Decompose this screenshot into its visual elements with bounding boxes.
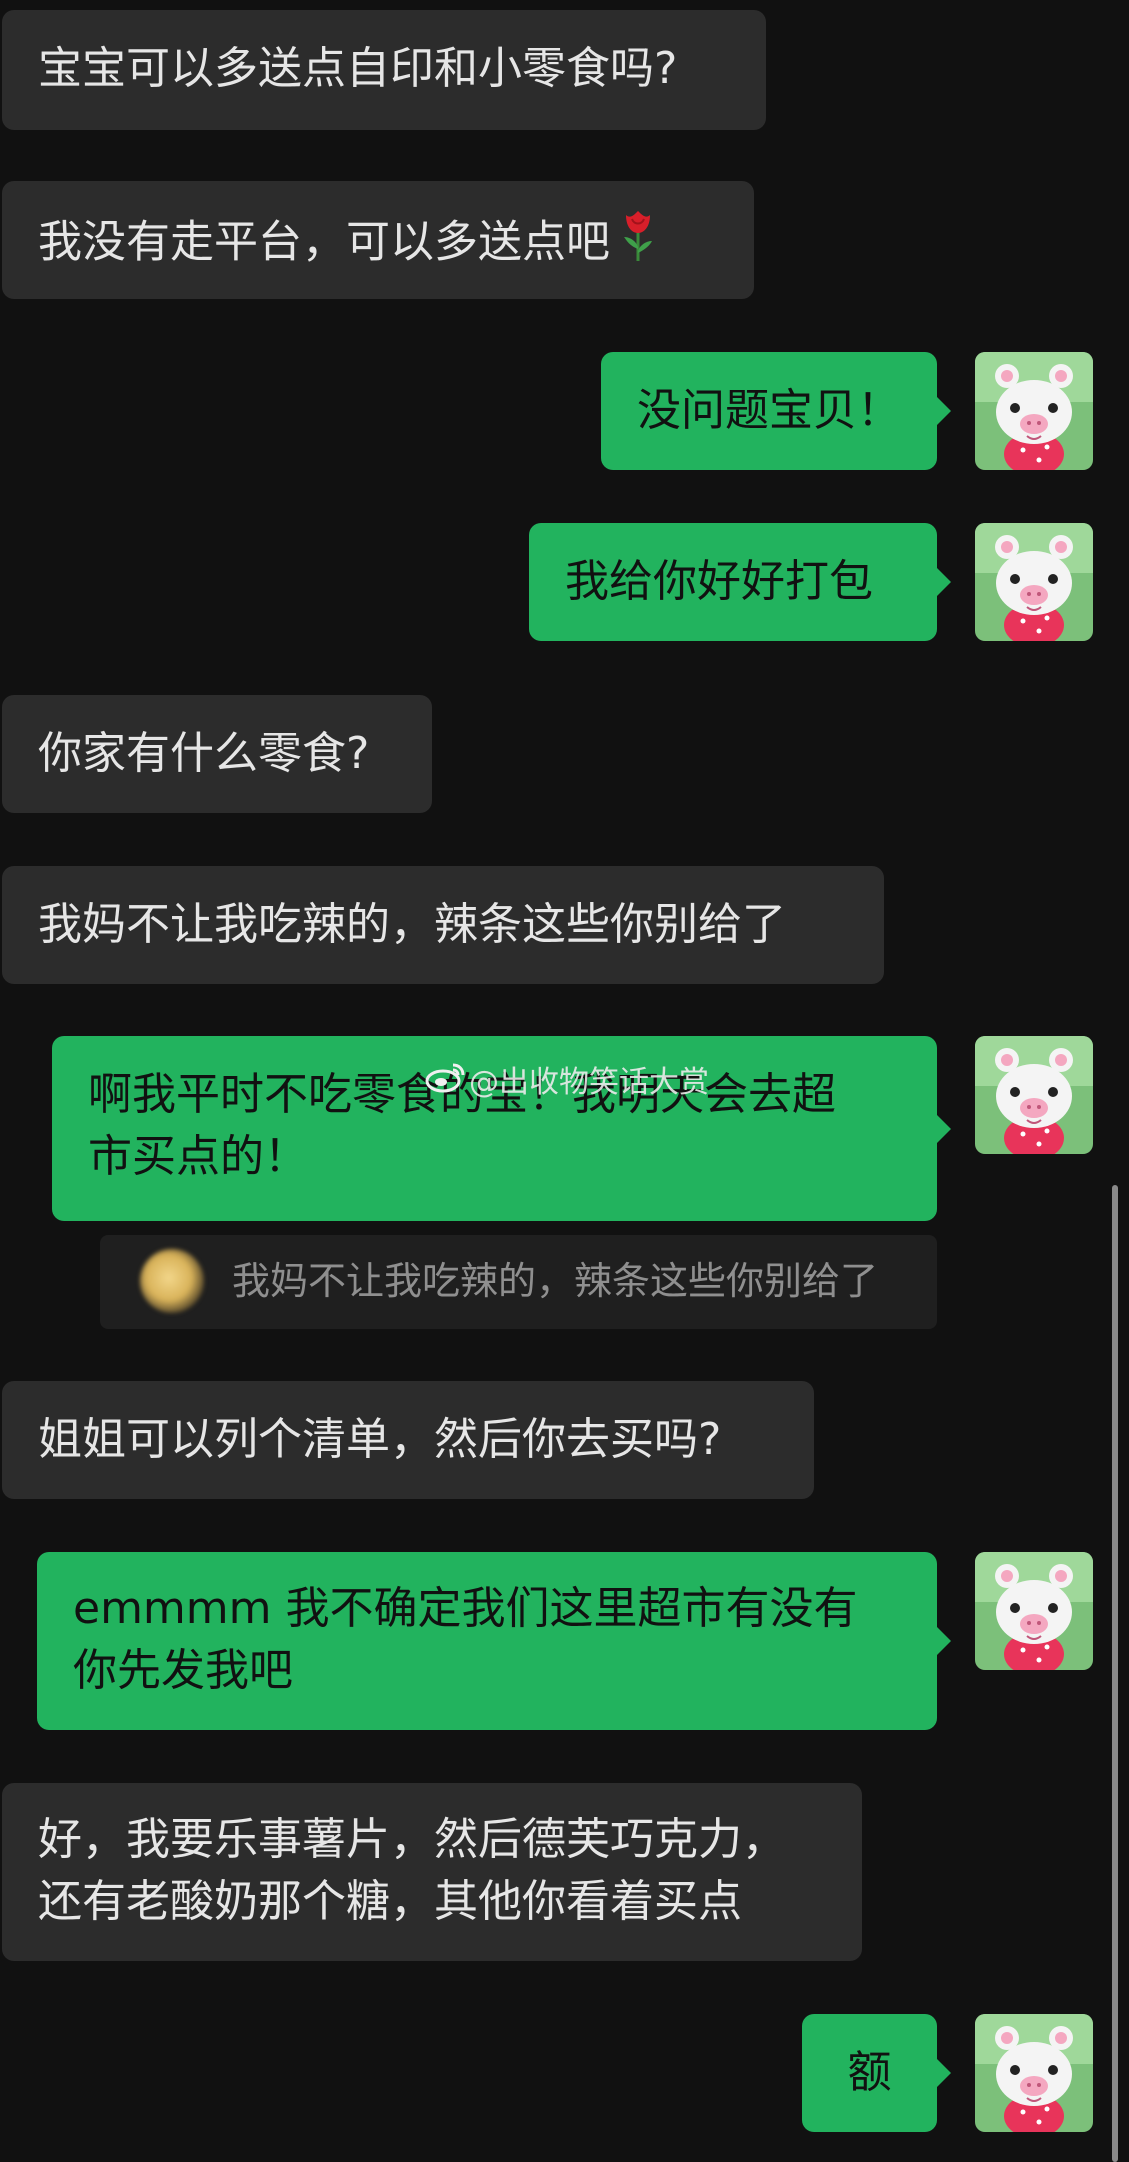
scrollbar[interactable] — [1112, 1185, 1118, 2162]
message-bubble-incoming[interactable]: 我没有走平台，可以多送点吧 — [2, 181, 754, 299]
watermark: @出收物笑话大赏 — [425, 1058, 709, 1109]
message-bubble-outgoing[interactable]: 没问题宝贝！ — [601, 352, 951, 470]
message-text-line: 好，我要乐事薯片，然后德芙巧克力， — [38, 1814, 786, 1865]
message-bubble-incoming[interactable]: 我妈不让我吃辣的，辣条这些你别给了 — [2, 866, 884, 984]
message-bubble-outgoing[interactable]: emmmm 我不确定我们这里超市有没有 你先发我吧 — [37, 1552, 951, 1730]
message-bubble-incoming[interactable]: 宝宝可以多送点自印和小零食吗? — [2, 10, 766, 130]
quoted-message[interactable]: 我妈不让我吃辣的，辣条这些你别给了 — [100, 1235, 937, 1329]
message-text-line: emmmm 我不确定我们这里超市有没有 — [73, 1583, 858, 1634]
avatar[interactable] — [975, 523, 1093, 641]
message-text: 你家有什么零食? — [38, 728, 370, 779]
message-text-line: 你先发我吧 — [73, 1645, 293, 1696]
message-text-line: 还有老酸奶那个糖，其他你看着买点 — [38, 1876, 742, 1927]
message-text: 姐姐可以列个清单，然后你去买吗? — [38, 1414, 722, 1465]
message-bubble-incoming[interactable]: 姐姐可以列个清单，然后你去买吗? — [2, 1381, 814, 1499]
message-bubble-incoming[interactable]: 好，我要乐事薯片，然后德芙巧克力， 还有老酸奶那个糖，其他你看着买点 — [2, 1783, 862, 1961]
avatar[interactable] — [975, 1036, 1093, 1154]
watermark-text: @出收物笑话大赏 — [469, 1065, 709, 1100]
message-text: 我给你好好打包 — [565, 556, 873, 607]
rose-icon — [618, 209, 658, 280]
message-text: 宝宝可以多送点自印和小零食吗? — [38, 43, 678, 94]
quote-thumbnail — [140, 1249, 204, 1313]
avatar[interactable] — [975, 352, 1093, 470]
avatar[interactable] — [975, 2014, 1093, 2132]
avatar[interactable] — [975, 1552, 1093, 1670]
message-bubble-outgoing[interactable]: 额 — [802, 2014, 951, 2132]
weibo-icon — [425, 1059, 465, 1109]
message-text: 没问题宝贝！ — [637, 385, 901, 436]
quoted-message-text: 我妈不让我吃辣的，辣条这些你别给了 — [232, 1259, 879, 1303]
message-text: 额 — [847, 2047, 892, 2098]
message-text: 我妈不让我吃辣的，辣条这些你别给了 — [38, 899, 786, 950]
message-bubble-outgoing[interactable]: 我给你好好打包 — [529, 523, 951, 641]
message-text: 我没有走平台，可以多送点吧 — [38, 216, 610, 268]
message-text-line: 市买点的！ — [88, 1131, 308, 1182]
message-bubble-incoming[interactable]: 你家有什么零食? — [2, 695, 432, 813]
